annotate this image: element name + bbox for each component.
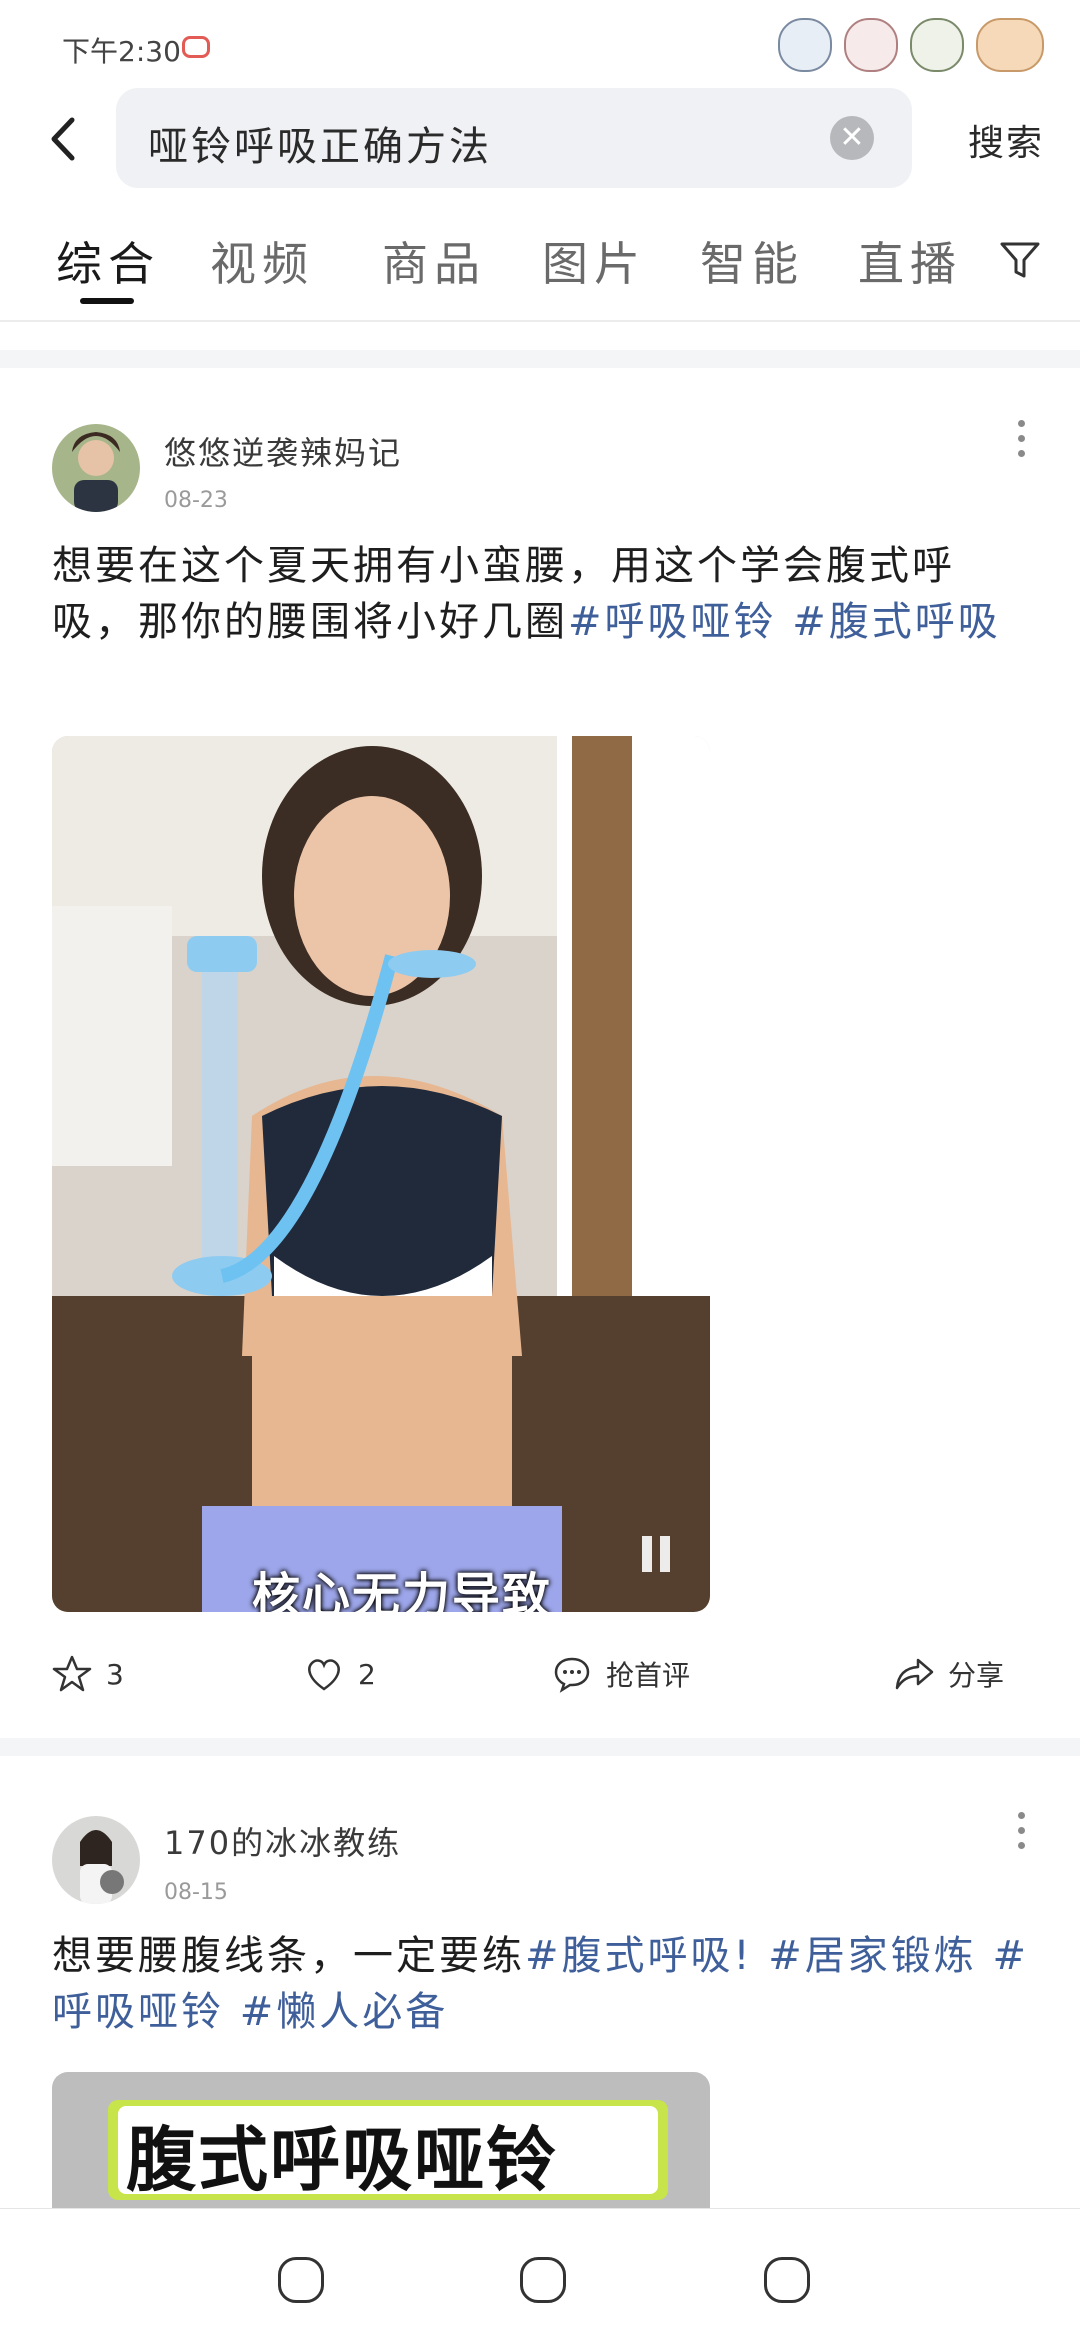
status-icons [778,18,1044,72]
more-icon[interactable] [1016,1812,1028,1852]
comment-label: 抢首评 [606,1659,691,1692]
post-tags[interactable]: #呼吸哑铃 #腹式呼吸 [568,599,1001,645]
share-button[interactable]: 分享 [894,1654,1004,1694]
post-date: 08-23 [164,488,228,513]
clear-icon[interactable]: ✕ [830,116,874,160]
favorite-button[interactable]: 3 [52,1654,124,1694]
search-tabs: 综合 视频 商品 图片 智能 直播 [0,210,1080,322]
image-banner-text: 腹式呼吸哑铃 [126,2119,558,2201]
star-icon [52,1655,92,1692]
tab-comprehensive[interactable]: 综合 [56,228,160,294]
post-body: 想要腰腹线条，一定要练 [52,1933,525,1979]
post-actions: 3 2 抢首评 分享 [0,1654,1080,1714]
post-text[interactable]: 想要腰腹线条，一定要练#腹式呼吸! #居家锻炼 #呼吸哑铃 #懒人必备 [52,1928,1032,2040]
back-arrow-icon[interactable] [40,114,90,164]
like-button[interactable]: 2 [304,1654,376,1694]
nav-cat-icon[interactable] [520,2257,566,2303]
status-app-icon [910,18,964,72]
post-text[interactable]: 想要在这个夏天拥有小蛮腰，用这个学会腹式呼吸，那你的腰围将小好几圈#呼吸哑铃 #… [52,538,1032,650]
search-query[interactable]: 哑铃呼吸正确方法 [148,114,492,172]
avatar[interactable] [52,424,140,512]
tab-products[interactable]: 商品 [382,228,486,294]
tab-smart[interactable]: 智能 [700,228,804,294]
post-video[interactable]: 核心无力导致 [52,736,710,1612]
post-date: 08-15 [164,1880,228,1905]
section-divider [0,1738,1080,1756]
comment-icon [554,1657,590,1693]
nav-mascot-icon[interactable] [278,2257,324,2303]
status-app-icon [976,18,1044,72]
share-icon [895,1658,934,1690]
favorite-count: 3 [106,1657,124,1691]
comment-button[interactable]: 抢首评 [552,1654,690,1694]
search-input[interactable]: 哑铃呼吸正确方法 ✕ [116,88,912,188]
post-card[interactable]: 170的冰冰教练 08-15 想要腰腹线条，一定要练#腹式呼吸! #居家锻炼 #… [0,1756,1080,2216]
screen-record-icon [182,36,210,58]
pause-icon[interactable] [637,1531,677,1577]
bottom-navigation [0,2208,1080,2341]
status-bar: 下午2:30 [0,0,1080,90]
post-image[interactable]: 腹式呼吸哑铃 [52,2072,710,2212]
tab-images[interactable]: 图片 [542,228,646,294]
nav-face-icon[interactable] [764,2257,810,2303]
search-button[interactable]: 搜索 [968,114,1044,166]
heart-icon [308,1659,340,1691]
tab-video[interactable]: 视频 [210,228,314,294]
status-app-icon [844,18,898,72]
more-icon[interactable] [1016,420,1028,460]
avatar[interactable] [52,1816,140,1904]
filter-icon[interactable] [998,238,1042,282]
video-caption: 核心无力导致 [252,1568,553,1612]
like-count: 2 [358,1657,376,1691]
section-divider [0,350,1080,368]
post-card[interactable]: 悠悠逆袭辣妈记 08-23 想要在这个夏天拥有小蛮腰，用这个学会腹式呼吸，那你的… [0,368,1080,1738]
search-bar: 哑铃呼吸正确方法 ✕ 搜索 [0,88,1080,192]
status-time: 下午2:30 [62,35,181,68]
share-label: 分享 [948,1659,1005,1692]
post-author[interactable]: 170的冰冰教练 [164,1818,401,1864]
active-tab-indicator [80,298,134,304]
post-author[interactable]: 悠悠逆袭辣妈记 [164,428,402,474]
tab-live[interactable]: 直播 [858,228,962,294]
status-app-icon [778,18,832,72]
